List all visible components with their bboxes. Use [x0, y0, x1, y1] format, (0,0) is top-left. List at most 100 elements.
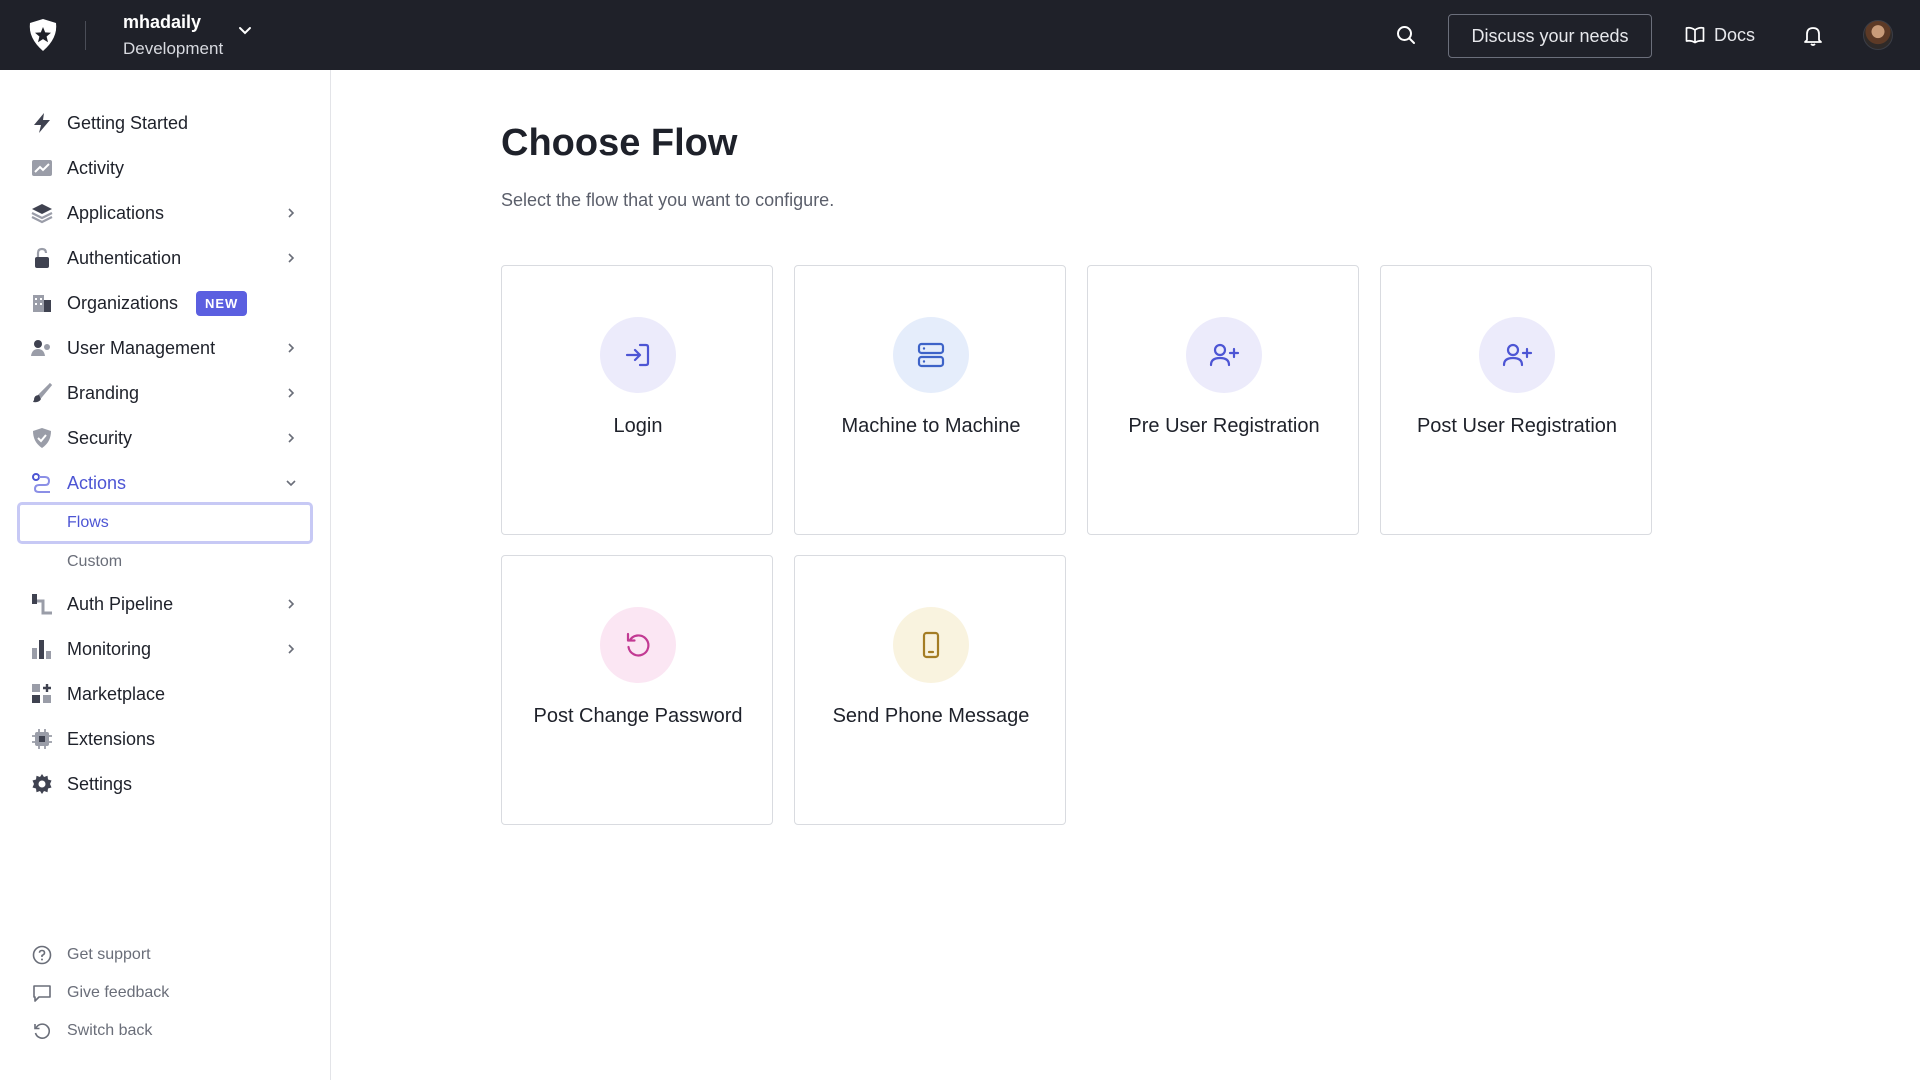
sidebar: Getting Started Activity Applications Au… [0, 70, 331, 1080]
message-icon [32, 983, 52, 1003]
building-icon [30, 291, 54, 315]
sidebar-item-label: Actions [67, 472, 127, 493]
sidebar-item-label: Auth Pipeline [67, 593, 174, 614]
page-title: Choose Flow [501, 122, 738, 164]
sidebar-item-label: Settings [67, 773, 133, 794]
phone-icon [893, 607, 969, 683]
sidebar-item-label: Branding [67, 382, 140, 403]
flow-label: Login [613, 415, 663, 437]
rotate-icon [32, 1021, 52, 1041]
book-icon [1685, 26, 1705, 44]
sidebar-item-extensions[interactable]: Extensions [0, 719, 331, 759]
sidebar-item-organizations[interactable]: Organizations [0, 283, 331, 323]
sidebar-item-label: Security [67, 427, 133, 448]
chevron-right-icon [288, 644, 295, 654]
give-feedback-link[interactable]: Give feedback [0, 977, 331, 1009]
help-circle-icon [32, 945, 52, 965]
chevron-down-icon[interactable] [238, 26, 252, 36]
server-icon [893, 317, 969, 393]
tenant-selector[interactable]: mhadaily Development [123, 12, 223, 59]
sidebar-item-settings[interactable]: Settings [0, 764, 331, 804]
chart-line-icon [30, 156, 54, 180]
chevron-right-icon [288, 388, 295, 398]
pipeline-icon [30, 592, 54, 616]
flow-card-send-phone-message[interactable]: Send Phone Message [794, 555, 1066, 825]
flow-card-post-user-registration[interactable]: Post User Registration [1380, 265, 1652, 535]
auth0-logo[interactable] [26, 17, 60, 53]
rotate-icon [600, 607, 676, 683]
flow-label: Post Change Password [533, 705, 743, 727]
flow-label: Machine to Machine [841, 415, 1021, 437]
bell-icon[interactable] [1802, 23, 1824, 47]
sidebar-item-branding[interactable]: Branding [0, 373, 331, 413]
sidebar-item-label: Marketplace [67, 683, 166, 704]
sidebar-item-label: Getting Started [67, 112, 189, 133]
docs-link[interactable]: Docs [1685, 22, 1755, 48]
chevron-right-icon [288, 433, 295, 443]
flow-label: Pre User Registration [1128, 415, 1320, 437]
sidebar-item-auth-pipeline[interactable]: Auth Pipeline [0, 584, 331, 624]
user-avatar[interactable] [1863, 20, 1893, 50]
page-subtitle: Select the flow that you want to configu… [501, 190, 835, 210]
flow-card-login[interactable]: Login [501, 265, 773, 535]
sidebar-subitem-label: Custom [67, 553, 123, 570]
flow-card-pre-user-registration[interactable]: Pre User Registration [1087, 265, 1359, 535]
chevron-right-icon [288, 343, 295, 353]
switch-back-link[interactable]: Switch back [0, 1015, 331, 1047]
chevron-right-icon [288, 208, 295, 218]
chevron-right-icon [288, 253, 295, 263]
chevron-right-icon [288, 599, 295, 609]
get-support-link[interactable]: Get support [0, 939, 331, 971]
sidebar-item-label: Applications [67, 202, 165, 223]
sidebar-item-getting-started[interactable]: Getting Started [0, 103, 331, 143]
layers-icon [30, 201, 54, 225]
search-icon[interactable] [1395, 24, 1417, 46]
tenant-environment: Development [123, 39, 224, 58]
flow-label: Post User Registration [1416, 415, 1618, 437]
sidebar-item-activity[interactable]: Activity [0, 148, 331, 188]
grid-plus-icon [30, 682, 54, 706]
flow-label: Send Phone Message [832, 705, 1030, 727]
user-plus-icon [1479, 317, 1555, 393]
flow-card-post-change-password[interactable]: Post Change Password [501, 555, 773, 825]
logo-divider [85, 21, 86, 50]
tenant-name: mhadaily [123, 12, 202, 32]
chevron-down-icon [286, 480, 296, 487]
gear-icon [30, 772, 54, 796]
lock-icon [30, 246, 54, 270]
sidebar-item-label: Authentication [67, 247, 182, 268]
sidebar-item-actions[interactable]: Actions [0, 463, 331, 503]
sidebar-subitem-custom[interactable]: Custom [17, 541, 313, 583]
sidebar-item-authentication[interactable]: Authentication [0, 238, 331, 278]
sidebar-item-label: Monitoring [67, 638, 152, 659]
top-bar: mhadaily Development Discuss your needs … [0, 0, 1920, 70]
sidebar-item-label: Activity [67, 157, 125, 178]
sidebar-item-label: User Management [67, 337, 216, 358]
main-content: Choose Flow Select the flow that you wan… [332, 70, 1920, 1080]
login-icon [600, 317, 676, 393]
flow-icon [30, 471, 54, 495]
new-badge: NEW [196, 291, 248, 316]
flow-card-machine-to-machine[interactable]: Machine to Machine [794, 265, 1066, 535]
users-icon [30, 336, 54, 360]
brush-icon [30, 381, 54, 405]
user-plus-icon [1186, 317, 1262, 393]
sidebar-subitem-flows[interactable]: Flows [17, 502, 313, 544]
bar-chart-icon [30, 637, 54, 661]
sidebar-item-monitoring[interactable]: Monitoring [0, 629, 331, 669]
docs-label: Docs [1714, 24, 1756, 45]
lightning-icon [30, 111, 54, 135]
sidebar-item-security[interactable]: Security [0, 418, 331, 458]
sidebar-item-label: Extensions [67, 728, 156, 749]
footer-label: Switch back [67, 1022, 153, 1039]
sidebar-item-user-management[interactable]: User Management [0, 328, 331, 368]
shield-icon [30, 426, 54, 450]
sidebar-subitem-label: Flows [67, 514, 109, 531]
sidebar-item-applications[interactable]: Applications [0, 193, 331, 233]
footer-label: Get support [67, 946, 151, 963]
footer-label: Give feedback [67, 984, 170, 1001]
sidebar-item-label: Organizations [67, 292, 179, 313]
chip-icon [30, 727, 54, 751]
discuss-needs-button[interactable]: Discuss your needs [1448, 14, 1652, 58]
sidebar-item-marketplace[interactable]: Marketplace [0, 674, 331, 714]
